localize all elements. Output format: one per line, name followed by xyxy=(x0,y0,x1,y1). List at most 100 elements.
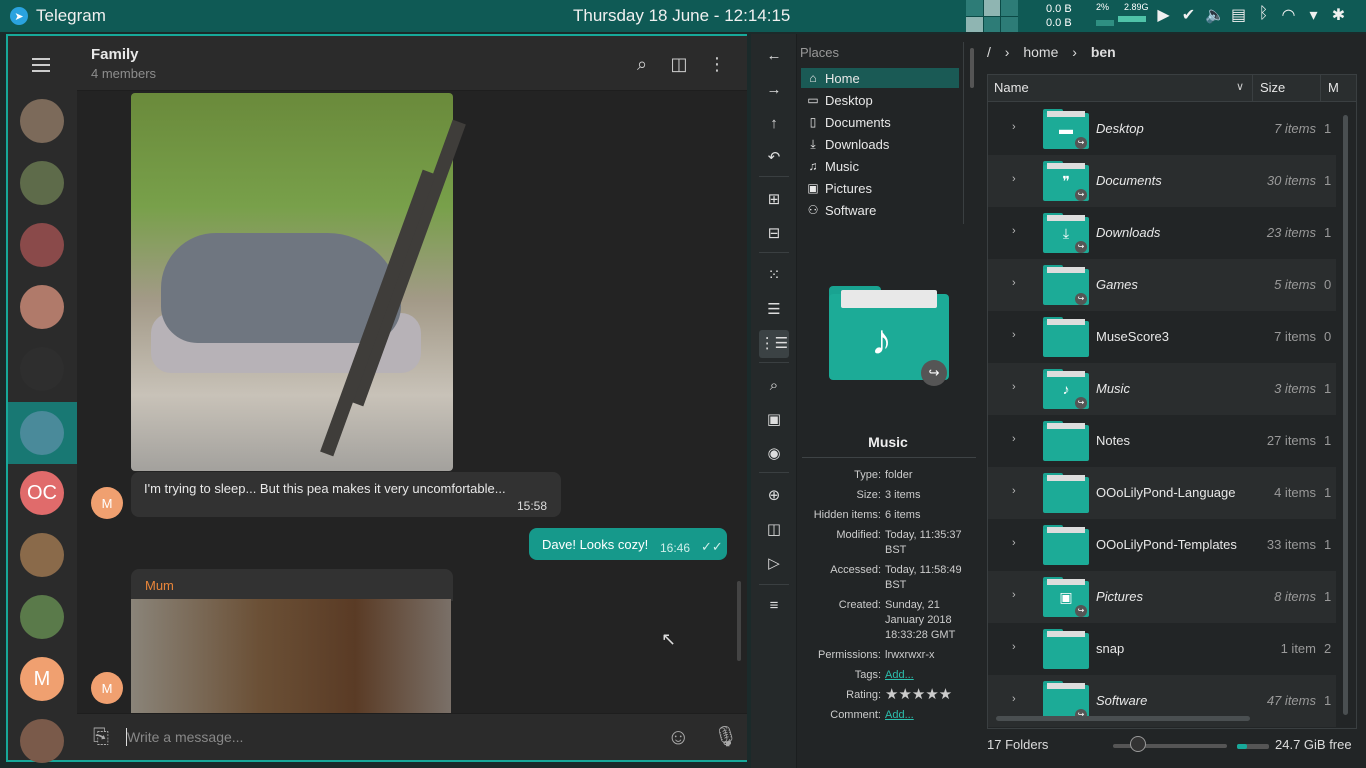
message-scrollbar[interactable] xyxy=(737,581,741,661)
chat-item[interactable] xyxy=(20,99,64,143)
clock[interactable]: Thursday 18 June - 12:14:15 xyxy=(573,6,790,26)
menu-icon[interactable]: ≡ xyxy=(759,592,789,620)
chat-item[interactable] xyxy=(20,161,64,205)
breadcrumb-ben[interactable]: ben xyxy=(1091,44,1116,60)
chat-item[interactable] xyxy=(20,533,64,577)
rating-stars[interactable]: ★★★★★ xyxy=(885,687,977,702)
split-view-icon[interactable]: ◫ xyxy=(759,516,789,544)
file-row[interactable]: › MuseScore3 7 items 0 xyxy=(988,311,1336,363)
chat-title[interactable]: Family xyxy=(91,46,139,63)
expand-chevron-icon[interactable]: › xyxy=(1012,173,1016,185)
chat-item[interactable]: M xyxy=(20,657,64,701)
expand-chevron-icon[interactable]: › xyxy=(1012,329,1016,341)
avatar[interactable]: M xyxy=(91,487,123,519)
expand-chevron-icon[interactable]: › xyxy=(1012,277,1016,289)
forward-icon[interactable]: → xyxy=(759,76,789,104)
place-desktop[interactable]: ▭ Desktop xyxy=(801,90,959,110)
clipboard-icon[interactable]: ▤ xyxy=(1230,5,1247,25)
expand-chevron-icon[interactable]: › xyxy=(1012,537,1016,549)
media-player-icon[interactable]: ▶ xyxy=(1155,5,1172,25)
chat-item[interactable] xyxy=(20,285,64,329)
icons-view-icon[interactable]: ⁙ xyxy=(759,262,789,290)
expand-chevron-icon[interactable]: › xyxy=(1012,433,1016,445)
column-modified[interactable]: M xyxy=(1328,80,1339,95)
file-row[interactable]: › OOoLilyPond-Templates 33 items 1 xyxy=(988,519,1336,571)
horizontal-scrollbar[interactable] xyxy=(996,716,1250,721)
expand-chevron-icon[interactable]: › xyxy=(1012,485,1016,497)
bluetooth-icon[interactable]: ᛒ xyxy=(1255,5,1272,25)
file-row[interactable]: › OOoLilyPond-Language 4 items 1 xyxy=(988,467,1336,519)
chat-item-selected[interactable] xyxy=(8,402,77,464)
place-software[interactable]: ⚇ Software xyxy=(801,200,959,220)
wifi-icon[interactable]: ◠ xyxy=(1280,5,1297,25)
sidebar-toggle-icon[interactable]: ◫ xyxy=(669,54,689,74)
chat-item[interactable] xyxy=(20,595,64,639)
volume-icon[interactable]: 🔈 xyxy=(1205,5,1225,25)
message-area[interactable]: I'm trying to sleep... But this pea make… xyxy=(77,91,747,713)
new-folder-icon[interactable]: ⊕ xyxy=(759,482,789,510)
hamburger-menu-icon[interactable] xyxy=(32,58,50,72)
attach-icon[interactable]: ⎘ xyxy=(93,726,109,749)
terminal-icon[interactable]: ▷ xyxy=(759,550,789,578)
details-view-icon[interactable]: ⋮☰ xyxy=(759,330,789,358)
avatar[interactable]: M xyxy=(91,672,123,704)
file-row[interactable]: › Notes 27 items 1 xyxy=(988,415,1336,467)
compact-view-icon[interactable]: ☰ xyxy=(759,296,789,324)
place-pictures[interactable]: ▣ Pictures xyxy=(801,178,959,198)
message-input[interactable]: Write a message... xyxy=(127,729,243,745)
file-row[interactable]: › ↪ Games 5 items 0 xyxy=(988,259,1336,311)
breadcrumb[interactable]: / › home › ben xyxy=(987,44,1126,60)
file-row[interactable]: › snap 1 item 2 xyxy=(988,623,1336,675)
add-link[interactable]: Add... xyxy=(885,668,977,683)
breadcrumb-home[interactable]: home xyxy=(1023,44,1058,60)
file-row[interactable]: › ❞ ↪ Documents 30 items 1 xyxy=(988,155,1336,207)
virtual-desktop-pager[interactable] xyxy=(966,0,1018,32)
microphone-icon[interactable]: 🎙 xyxy=(713,724,738,749)
barrel-photo[interactable] xyxy=(131,599,451,713)
chat-item[interactable]: OC xyxy=(20,471,64,515)
file-row[interactable]: › ⤓ ↪ Downloads 23 items 1 xyxy=(988,207,1336,259)
cat-photo[interactable] xyxy=(131,93,466,471)
place-documents[interactable]: ▯ Documents xyxy=(801,112,959,132)
more-options-icon[interactable]: ⋮ xyxy=(707,54,727,74)
expand-chevron-icon[interactable]: › xyxy=(1012,225,1016,237)
add-link[interactable]: Add... xyxy=(885,708,977,723)
file-view[interactable]: Name ∨ Size M › ▬ ↪ Desktop 7 items 1 › ❞ ↪ Docum… xyxy=(987,74,1357,729)
file-row[interactable]: › ♪ ↪ Music 3 items 1 xyxy=(988,363,1336,415)
column-name[interactable]: Name xyxy=(994,80,1029,95)
chat-item[interactable] xyxy=(20,223,64,267)
expand-chevron-icon[interactable]: › xyxy=(1012,693,1016,705)
column-size[interactable]: Size xyxy=(1260,80,1285,95)
breadcrumb-root[interactable]: / xyxy=(987,44,991,60)
chat-item[interactable] xyxy=(20,719,64,763)
update-check-icon[interactable]: ✔ xyxy=(1180,5,1197,25)
active-app[interactable]: ➤ Telegram xyxy=(10,6,106,26)
file-row[interactable]: › ▬ ↪ Desktop 7 items 1 xyxy=(988,103,1336,155)
expand-chevron-icon[interactable]: › xyxy=(1012,641,1016,653)
places-scrollbar[interactable] xyxy=(970,48,974,88)
expand-chevron-icon[interactable]: › xyxy=(1012,589,1016,601)
zoom-in-icon[interactable]: ⊞ xyxy=(759,186,789,214)
show-hidden-icon[interactable]: ◉ xyxy=(759,440,789,468)
vertical-scrollbar[interactable] xyxy=(1343,115,1348,715)
place-music[interactable]: ♫ Music xyxy=(801,156,959,176)
message-bubble[interactable]: I'm trying to sleep... But this pea make… xyxy=(131,472,561,517)
expand-chevron-icon[interactable]: › xyxy=(1012,121,1016,133)
message-bubble[interactable]: Mum xyxy=(131,569,453,601)
sort-chevron-icon[interactable]: ∨ xyxy=(1236,80,1244,93)
place-downloads[interactable]: ⤓ Downloads xyxy=(801,134,959,154)
up-icon[interactable]: ↑ xyxy=(759,110,789,138)
tray-expand-icon[interactable]: ▾ xyxy=(1305,5,1322,25)
emoji-icon[interactable]: ☺ xyxy=(667,724,689,750)
kde-menu-icon[interactable]: ✱ xyxy=(1330,5,1347,25)
search-icon[interactable]: ⌕ xyxy=(632,54,652,74)
zoom-out-icon[interactable]: ⊟ xyxy=(759,220,789,248)
zoom-slider-handle[interactable] xyxy=(1130,736,1146,752)
preview-icon[interactable]: ▣ xyxy=(759,406,789,434)
back-icon[interactable]: ← xyxy=(759,42,789,70)
search-icon[interactable]: ⌕ xyxy=(759,372,789,400)
place-home[interactable]: ⌂ Home xyxy=(801,68,959,88)
expand-chevron-icon[interactable]: › xyxy=(1012,381,1016,393)
outgoing-message-bubble[interactable]: Dave! Looks cozy! 16:46 ✓✓ xyxy=(529,528,727,560)
file-row[interactable]: › ▣ ↪ Pictures 8 items 1 xyxy=(988,571,1336,623)
